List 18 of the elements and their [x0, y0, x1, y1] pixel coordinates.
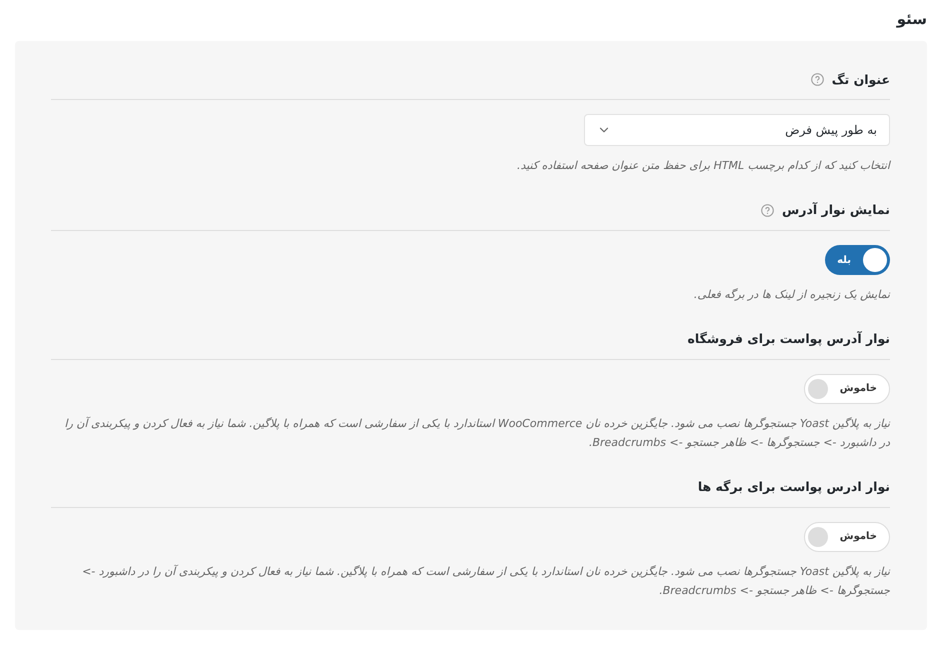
- help-icon[interactable]: [761, 204, 774, 218]
- section-title: نوار ادرس پواست برای برگه ها: [698, 478, 890, 496]
- field-description: انتخاب کنید که از کدام برچسب HTML برای حفظ متن عنوان صفحه استفاده کنید.: [516, 158, 890, 174]
- toggle-knob: [808, 526, 828, 546]
- section-title: عنوان تگ: [832, 70, 890, 89]
- section-title: نوار آدرس پواست برای فروشگاه: [688, 330, 890, 348]
- field-description: نیاز به پلاگین Yoast جستجوگرها نصب می شود. جایگزین خرده نان استاندارد با یکی از سفارشی است که همراه با پلاگین. شما نیاز به فعال کردن و پیکربندی آن را در داشبورد -> جستجوگرها -> ظاهر جستجو -> Breadcrumbs.: [81, 564, 890, 599]
- toggle-knob: [863, 248, 887, 272]
- help-icon[interactable]: [810, 73, 824, 86]
- toggle-switch[interactable]: خاموش: [804, 374, 890, 404]
- toggle-knob: [808, 378, 828, 399]
- page-title: سئو: [895, 9, 927, 30]
- section-title: نمایش نوار آدرس: [782, 201, 890, 220]
- field-description: نیاز به پلاگین Yoast جستجوگرها نصب می شود. جایگزین خرده نان WooCommerce استاندارد با یکی از سفارشی است که همراه با پلاگین. شما نیاز به فعال کردن و پیکربندی آن را در داشبورد -> جستجوگرها -> ظاهر جستجو -> Breadcrumbs.: [64, 416, 890, 451]
- toggle-switch[interactable]: بله: [825, 245, 890, 275]
- field-description: نمایش یک زنجیره از لینک ها در برگه فعلی.: [692, 287, 890, 303]
- select-dropdown[interactable]: به طور پیش فرض: [584, 114, 890, 146]
- toggle-switch[interactable]: خاموش: [804, 522, 890, 552]
